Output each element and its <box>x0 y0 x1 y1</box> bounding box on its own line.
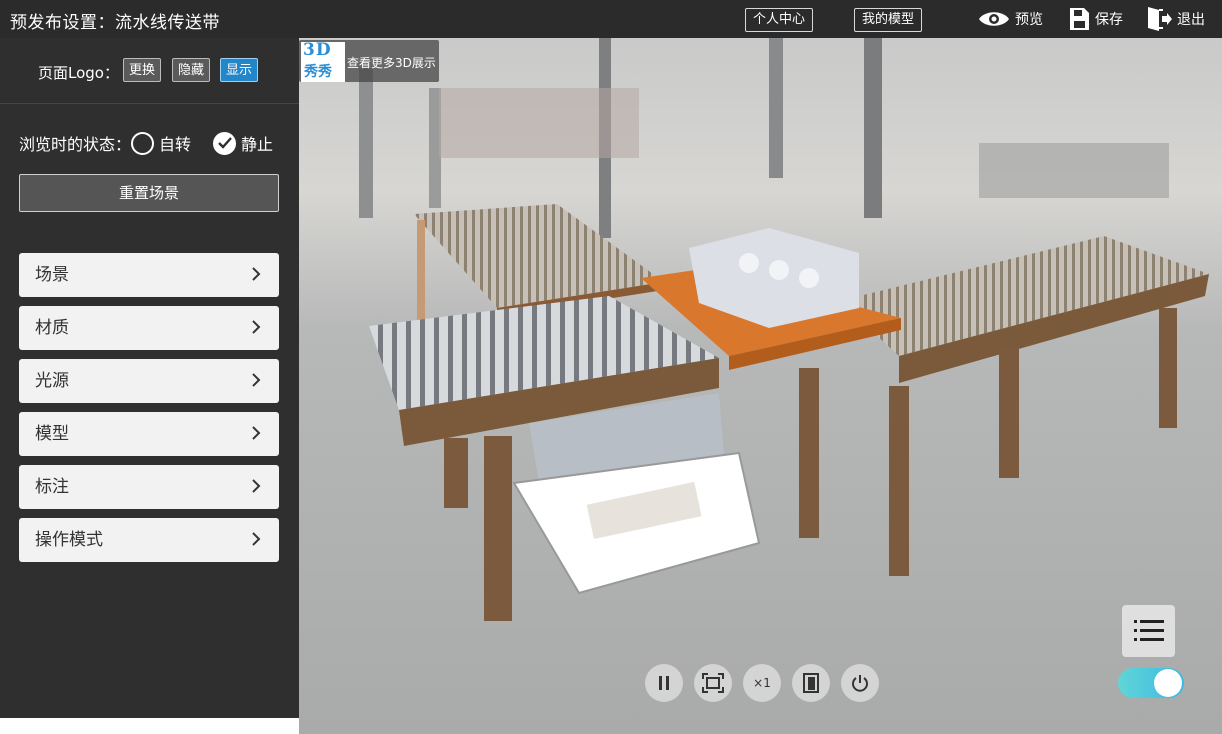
logo-text-xiuxiu: 秀秀 <box>304 64 332 80</box>
save-icon <box>1070 8 1089 30</box>
save-button[interactable]: 保存 <box>1068 6 1123 32</box>
chevron-right-icon <box>252 373 261 387</box>
logo-text-3d: 3D <box>303 40 332 60</box>
menu-item-label: 操作模式 <box>35 530 103 550</box>
preview-button[interactable]: 预览 <box>978 6 1043 32</box>
menu-item-model[interactable]: 模型 <box>19 412 279 456</box>
chevron-right-icon <box>252 479 261 493</box>
3dxiuxiu-logo: 3D 秀秀 <box>301 40 345 82</box>
menu-item-label: 材质 <box>35 318 69 338</box>
auto-rotate-toggle[interactable] <box>1118 668 1184 698</box>
chevron-right-icon <box>252 267 261 281</box>
logo-settings-row: 页面Logo： 更换 隐藏 显示 <box>0 38 299 104</box>
logout-button[interactable]: 退出 <box>1146 6 1205 32</box>
chevron-right-icon <box>252 532 261 546</box>
check-icon <box>217 137 232 149</box>
logo-label: 页面Logo： <box>38 64 119 82</box>
menu-item-label: 光源 <box>35 371 69 391</box>
top-bar: 预发布设置：流水线传送带 个人中心 我的模型 预览 保存 退出 <box>0 0 1222 38</box>
user-center-button[interactable]: 个人中心 <box>745 8 814 32</box>
browse-state-row: 浏览时的状态： 自转 静止 <box>19 130 273 156</box>
sidebar: 页面Logo： 更换 隐藏 显示 浏览时的状态： 自转 静止 重置场景 场景 材… <box>0 38 299 718</box>
camera-view-button[interactable] <box>792 664 830 702</box>
exit-icon <box>1148 7 1172 31</box>
static-radio[interactable] <box>213 131 237 155</box>
menu-item-light[interactable]: 光源 <box>19 359 279 403</box>
power-button[interactable] <box>841 664 879 702</box>
auto-rotate-radio[interactable] <box>131 131 155 155</box>
hide-logo-button[interactable]: 隐藏 <box>172 58 211 82</box>
conveyor-scene <box>359 38 1209 621</box>
save-label: 保存 <box>1095 12 1123 28</box>
menu-button[interactable] <box>1122 605 1175 657</box>
menu-item-label: 场景 <box>35 265 69 285</box>
eye-icon <box>979 12 1009 26</box>
chevron-right-icon <box>252 426 261 440</box>
pause-button[interactable] <box>645 664 683 702</box>
toggle-knob <box>1154 669 1182 697</box>
auto-rotate-label[interactable]: 自转 <box>159 131 191 155</box>
replace-logo-button[interactable]: 更换 <box>123 58 162 82</box>
door-icon <box>803 673 819 693</box>
more-3d-link[interactable]: 查看更多3D展示 <box>347 54 436 71</box>
menu-item-material[interactable]: 材质 <box>19 306 279 350</box>
menu-item-label: 标注 <box>35 477 69 497</box>
menu-item-annotation[interactable]: 标注 <box>19 465 279 509</box>
menu-item-operation-mode[interactable]: 操作模式 <box>19 518 279 562</box>
3d-viewport[interactable]: 3D 秀秀 查看更多3D展示 ×1 <box>299 38 1222 734</box>
show-logo-button[interactable]: 显示 <box>220 58 259 82</box>
chevron-right-icon <box>252 320 261 334</box>
fullscreen-icon <box>702 673 724 693</box>
logout-label: 退出 <box>1177 12 1205 28</box>
list-icon <box>1133 620 1164 641</box>
my-models-button[interactable]: 我的模型 <box>854 8 923 32</box>
page-title: 预发布设置：流水线传送带 <box>10 13 220 33</box>
preview-label: 预览 <box>1015 12 1043 28</box>
power-icon <box>852 675 868 692</box>
static-label[interactable]: 静止 <box>241 131 273 155</box>
speed-button[interactable]: ×1 <box>743 664 781 702</box>
browse-state-label: 浏览时的状态： <box>19 135 132 154</box>
pause-icon <box>659 676 669 690</box>
reset-scene-button[interactable]: 重置场景 <box>19 174 279 212</box>
fullscreen-button[interactable] <box>694 664 732 702</box>
menu-item-scene[interactable]: 场景 <box>19 253 279 297</box>
brand-badge[interactable]: 3D 秀秀 查看更多3D展示 <box>299 40 439 82</box>
menu-item-label: 模型 <box>35 424 69 444</box>
